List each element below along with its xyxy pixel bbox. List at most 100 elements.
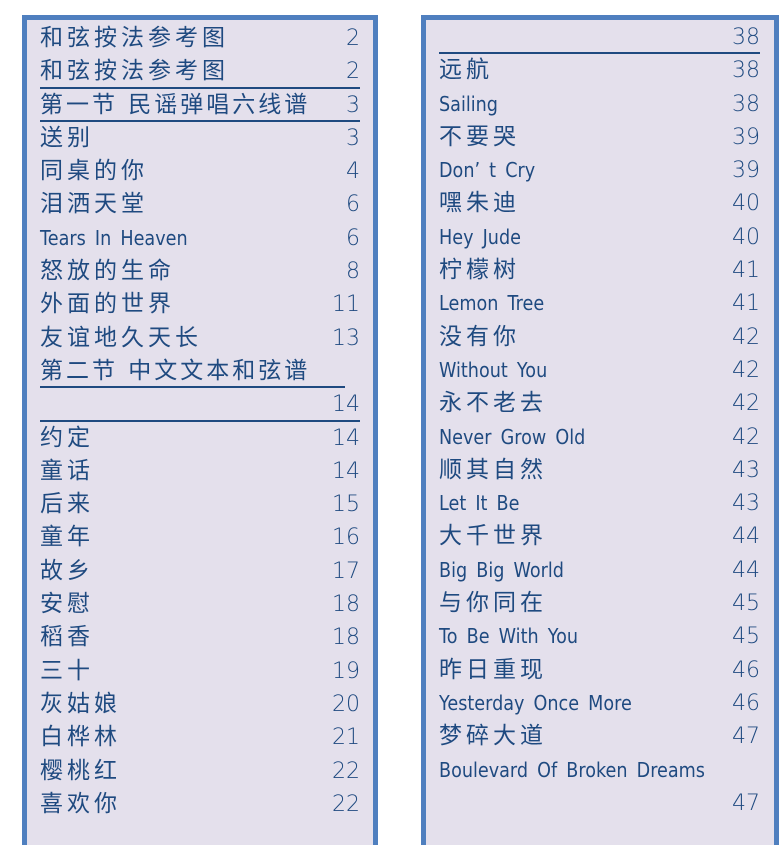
entry-page: 4 bbox=[346, 159, 360, 185]
entry-title: Tears In Heaven bbox=[40, 225, 188, 250]
toc-entry[interactable]: 友谊地久天长 13 bbox=[40, 322, 360, 355]
toc-entry[interactable]: 泪洒天堂 6 bbox=[40, 188, 360, 221]
entry-title: 送别 bbox=[40, 124, 94, 151]
entry-page: 2 bbox=[346, 26, 360, 51]
entry-page: 8 bbox=[346, 259, 360, 285]
toc-entry[interactable]: 没有你 42 bbox=[439, 321, 760, 354]
entry-title: Never Grow Old bbox=[439, 424, 586, 449]
toc-entry[interactable]: 后来 15 bbox=[40, 488, 360, 521]
toc-entry[interactable]: 安慰 18 bbox=[40, 588, 360, 621]
toc-entry[interactable]: Never Grow Old 42 bbox=[439, 421, 760, 454]
section-heading-2[interactable]: 第二节 中文文本和弦谱 bbox=[40, 355, 360, 389]
toc-entry[interactable]: 白桦林 21 bbox=[40, 721, 360, 754]
toc-entry[interactable]: 嘿朱迪 40 bbox=[439, 187, 760, 220]
entry-page: 45 bbox=[732, 624, 760, 650]
toc-entry[interactable]: 不要哭 39 bbox=[439, 121, 760, 154]
entry-title: 白桦林 bbox=[40, 724, 121, 751]
toc-entry[interactable]: 约定 14 bbox=[40, 422, 360, 455]
entry-title: Lemon Tree bbox=[439, 291, 545, 316]
toc-entry[interactable]: Boulevard Of Broken Dreams bbox=[439, 754, 760, 787]
toc-entry[interactable]: 外面的世界 11 bbox=[40, 288, 360, 321]
entry-title: 怒放的生命 bbox=[40, 258, 175, 285]
entry-title: 约定 bbox=[40, 424, 94, 451]
entry-title: 樱桃红 bbox=[40, 757, 121, 784]
toc-entry[interactable]: 远航 38 bbox=[439, 54, 760, 87]
entry-page: 22 bbox=[332, 791, 360, 817]
entry-page: 38 bbox=[732, 91, 760, 117]
toc-entry[interactable]: 怒放的生命 8 bbox=[40, 255, 360, 288]
toc-entry[interactable]: Yesterday Once More 46 bbox=[439, 687, 760, 720]
entry-page: 38 bbox=[732, 25, 760, 50]
toc-entry[interactable]: Hey Jude 40 bbox=[439, 221, 760, 254]
toc-entry[interactable]: To Be With You 45 bbox=[439, 620, 760, 653]
entry-page: 42 bbox=[732, 424, 760, 450]
entry-page: 43 bbox=[732, 457, 760, 483]
toc-right-panel: 38 远航 38 Sailing 38 不要哭 39 Don’ t Cry 39 嘿朱迪… bbox=[421, 15, 779, 845]
entry-title: 昨日重现 bbox=[439, 656, 547, 683]
toc-entry[interactable]: 和弦按法参考图 2 bbox=[40, 22, 360, 55]
entry-page: 40 bbox=[732, 224, 760, 250]
toc-entry[interactable]: Tears In Heaven 6 bbox=[40, 222, 360, 255]
entry-title: To Be With You bbox=[439, 624, 579, 649]
toc-left-panel: 和弦按法参考图 2 和弦按法参考图 2 第一节 民谣弹唱六线谱 3 送别 3 同桌的你 4… bbox=[22, 15, 378, 845]
entry-title: Without You bbox=[439, 357, 548, 382]
entry-page: 38 bbox=[732, 58, 760, 84]
entry-title: 远航 bbox=[439, 57, 493, 84]
entry-title: 稻香 bbox=[40, 624, 94, 651]
toc-entry[interactable]: 昨日重现 46 bbox=[439, 654, 760, 687]
section-title: 第二节 中文文本和弦谱 bbox=[40, 357, 311, 384]
toc-entry[interactable]: 送别 3 bbox=[40, 122, 360, 155]
toc-entry[interactable]: 灰姑娘 20 bbox=[40, 688, 360, 721]
toc-entry[interactable]: Big Big World 44 bbox=[439, 554, 760, 587]
entry-title: 喜欢你 bbox=[40, 790, 121, 817]
toc-list-left: 和弦按法参考图 2 和弦按法参考图 2 第一节 民谣弹唱六线谱 3 送别 3 同桌的你 4… bbox=[40, 22, 360, 821]
entry-title: Don’ t Cry bbox=[439, 158, 536, 183]
toc-entry[interactable]: 三十 19 bbox=[40, 655, 360, 688]
toc-entry[interactable]: Sailing 38 bbox=[439, 88, 760, 121]
entry-title: 不要哭 bbox=[439, 123, 520, 150]
entry-title: 后来 bbox=[40, 491, 94, 518]
toc-entry[interactable]: Without You 42 bbox=[439, 354, 760, 387]
entry-title: Big Big World bbox=[439, 557, 564, 582]
toc-entry[interactable]: Lemon Tree 41 bbox=[439, 287, 760, 320]
entry-page: 41 bbox=[732, 291, 760, 317]
toc-entry[interactable]: 梦碎大道 47 bbox=[439, 720, 760, 753]
entry-page: 11 bbox=[332, 292, 360, 318]
toc-entry[interactable]: 稻香 18 bbox=[40, 621, 360, 654]
entry-title: Yesterday Once More bbox=[439, 690, 632, 715]
toc-entry[interactable]: 和弦按法参考图 2 bbox=[40, 55, 360, 89]
entry-title: 和弦按法参考图 bbox=[40, 25, 229, 51]
section-heading-1[interactable]: 第一节 民谣弹唱六线谱 3 bbox=[40, 89, 360, 123]
toc-entry[interactable]: 同桌的你 4 bbox=[40, 155, 360, 188]
entry-page: 14 bbox=[332, 458, 360, 484]
entry-page: 14 bbox=[332, 425, 360, 451]
entry-page: 39 bbox=[732, 158, 760, 184]
toc-entry[interactable]: 柠檬树 41 bbox=[439, 254, 760, 287]
toc-entry[interactable]: 38 bbox=[439, 21, 760, 55]
toc-entry[interactable]: 与你同在 45 bbox=[439, 587, 760, 620]
toc-entry[interactable]: 大千世界 44 bbox=[439, 520, 760, 553]
toc-entry[interactable]: 故乡 17 bbox=[40, 555, 360, 588]
entry-title: 没有你 bbox=[439, 323, 520, 350]
toc-entry[interactable]: 童话 14 bbox=[40, 455, 360, 488]
entry-page: 22 bbox=[332, 758, 360, 784]
toc-entry[interactable]: 童年 16 bbox=[40, 521, 360, 554]
toc-entry[interactable]: 喜欢你 22 bbox=[40, 788, 360, 821]
entry-title: 永不老去 bbox=[439, 390, 547, 417]
entry-title: 友谊地久天长 bbox=[40, 324, 202, 351]
toc-entry[interactable]: 14 bbox=[40, 388, 360, 422]
toc-entry[interactable]: Let It Be 43 bbox=[439, 487, 760, 520]
toc-entry[interactable]: 永不老去 42 bbox=[439, 387, 760, 420]
toc-entry[interactable]: Don’ t Cry 39 bbox=[439, 154, 760, 187]
entry-title: 和弦按法参考图 bbox=[40, 58, 229, 85]
entry-page: 21 bbox=[332, 725, 360, 751]
toc-entry[interactable]: 樱桃红 22 bbox=[40, 755, 360, 788]
toc-entry[interactable]: 47 bbox=[439, 787, 760, 820]
entry-page: 47 bbox=[732, 790, 760, 816]
entry-page: 46 bbox=[732, 690, 760, 716]
entry-title: 同桌的你 bbox=[40, 158, 148, 185]
entry-page: 17 bbox=[332, 558, 360, 584]
entry-page: 42 bbox=[732, 391, 760, 417]
entry-title: 灰姑娘 bbox=[40, 690, 121, 717]
toc-entry[interactable]: 顺其自然 43 bbox=[439, 454, 760, 487]
